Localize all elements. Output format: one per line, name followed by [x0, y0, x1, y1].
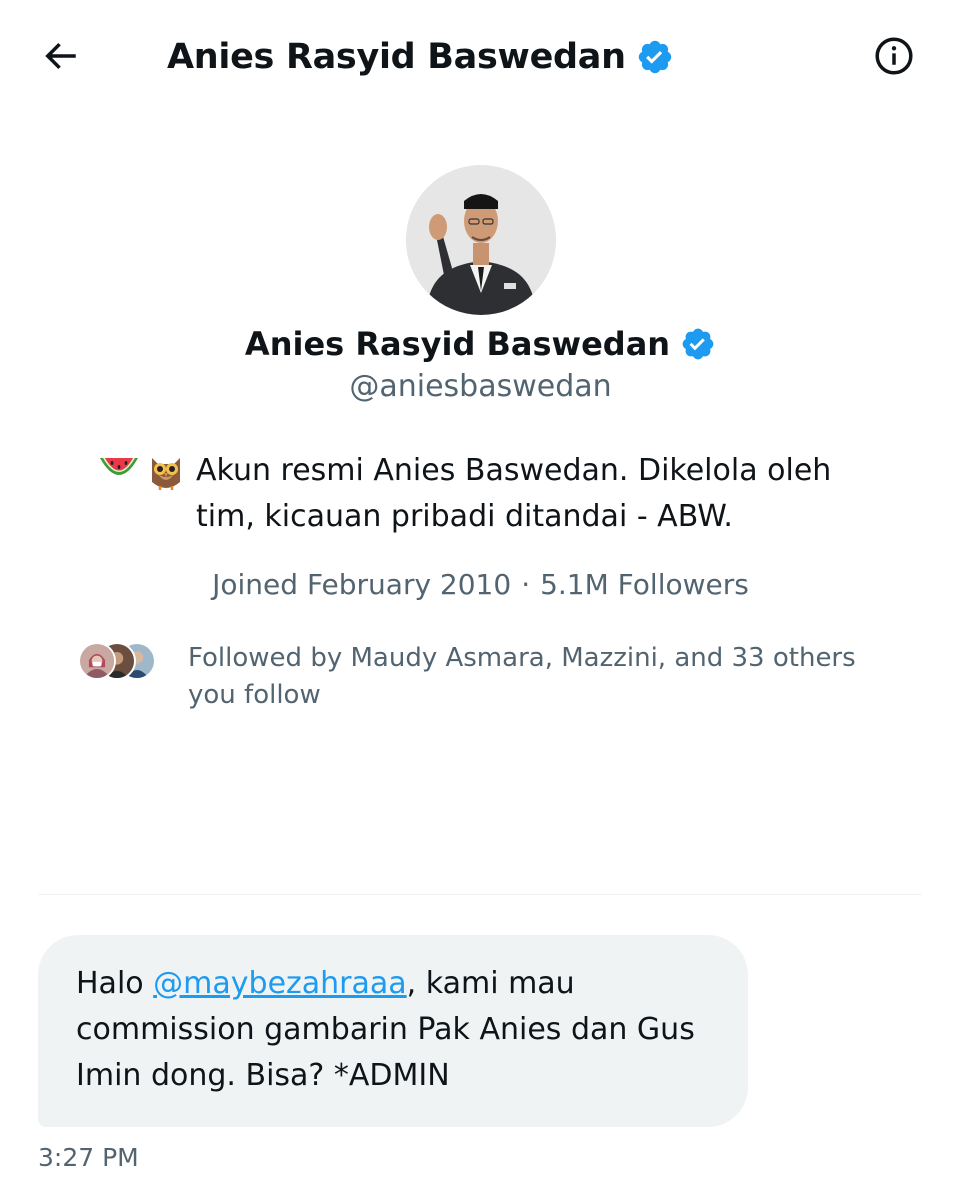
bio-text: Akun resmi Anies Baswedan. Dikelola oleh… — [196, 453, 832, 534]
followed-by[interactable]: Followed by Maudy Asmara, Mazzini, and 3… — [78, 640, 908, 714]
follower-avatars — [78, 640, 162, 682]
profile-name-text: Anies Rasyid Baswedan — [244, 325, 671, 363]
verified-badge-icon — [680, 326, 716, 362]
verified-badge-icon — [636, 38, 674, 76]
profile-meta: Joined February 2010 · 5.1M Followers — [0, 568, 961, 601]
profile-summary: Anies Rasyid Baswedan @aniesbaswedan — [0, 165, 961, 404]
joined-date: Joined February 2010 — [212, 568, 512, 601]
profile-bio: Akun resmi Anies Baswedan. Dikelola oleh… — [98, 448, 888, 540]
follower-avatar — [78, 642, 116, 680]
mention-link[interactable]: @maybezahraaa — [153, 966, 407, 1001]
followed-by-text: Followed by Maudy Asmara, Mazzini, and 3… — [188, 643, 856, 710]
watermelon-icon — [98, 452, 140, 496]
profile-handle: @aniesbaswedan — [349, 369, 612, 404]
info-icon — [873, 35, 915, 81]
message-bubble[interactable]: Halo @maybezahraaa, kami mau commission … — [38, 935, 748, 1127]
owl-icon — [148, 452, 184, 496]
message-timestamp: 3:27 PM — [38, 1143, 139, 1172]
back-arrow-icon — [39, 35, 81, 81]
profile-display-name: Anies Rasyid Baswedan — [245, 321, 716, 367]
conversation-header: Anies Rasyid Baswedan — [0, 0, 961, 118]
meta-separator: · — [521, 568, 531, 601]
profile-avatar[interactable] — [405, 165, 556, 315]
followers-count[interactable]: 5.1M Followers — [540, 568, 749, 601]
message-prefix: Halo — [76, 966, 154, 1001]
bio-emoji-group — [98, 452, 184, 496]
back-button[interactable] — [36, 34, 84, 82]
section-divider — [38, 894, 922, 895]
info-button[interactable] — [870, 34, 918, 82]
header-title-text: Anies Rasyid Baswedan — [167, 37, 626, 77]
message-text: Halo @maybezahraaa, kami mau commission … — [76, 961, 712, 1099]
header-title: Anies Rasyid Baswedan — [167, 30, 674, 84]
